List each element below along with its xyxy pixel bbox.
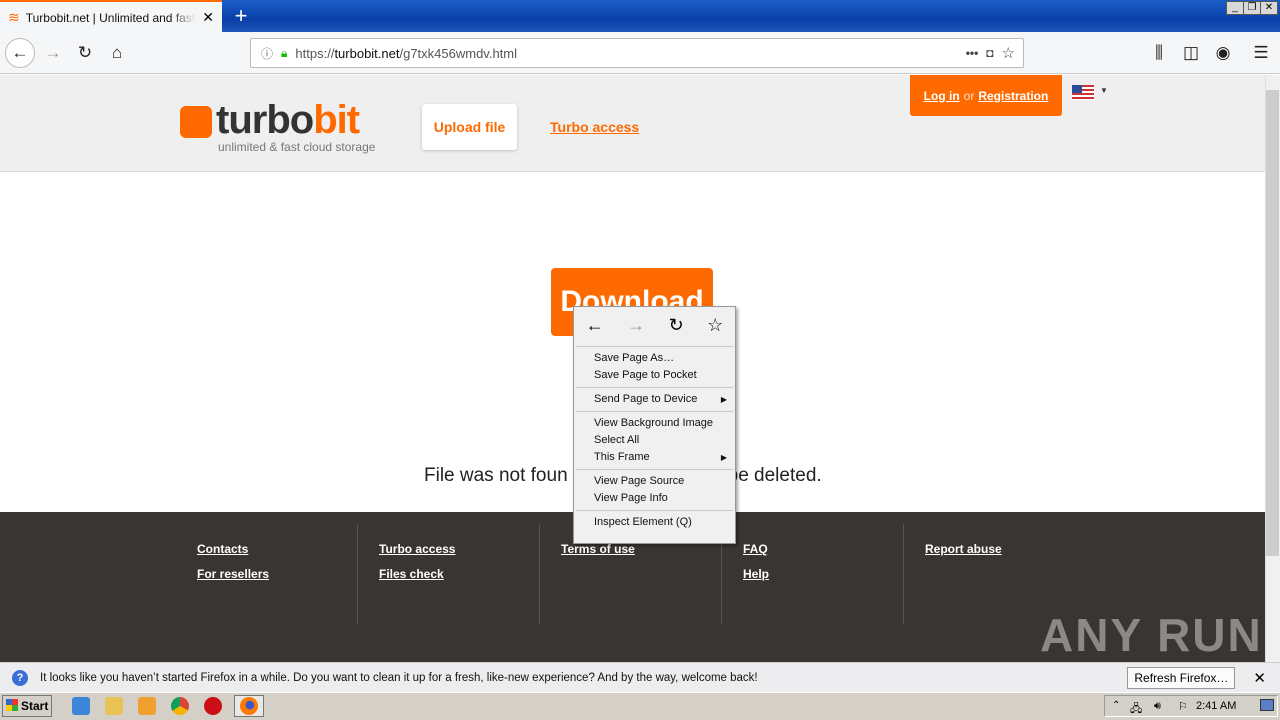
hamburger-menu-icon: ☰ [1253, 43, 1269, 62]
sidebar-icon: ◫ [1182, 43, 1200, 62]
site-tagline: unlimited & fast cloud storage [218, 140, 376, 154]
login-link[interactable]: Log in [924, 89, 960, 103]
url-bar[interactable]: ⓘ 🔒︎ https://turbobit.net/g7txk456wmdv.h… [250, 38, 1024, 68]
back-arrow-icon[interactable]: ← [586, 315, 604, 336]
menu-separator [576, 469, 733, 470]
menu-separator [576, 411, 733, 412]
menu-item-this-frame[interactable]: This Frame ▶ [574, 449, 735, 466]
reload-icon: ↻ [77, 43, 93, 62]
menu-item-view-page-info[interactable]: View Page Info [574, 490, 735, 507]
question-icon: ? [12, 669, 28, 686]
file-explorer-icon[interactable] [105, 697, 123, 715]
sidebar-button[interactable]: ◫ [1176, 38, 1206, 68]
close-window-button[interactable]: ✕ [1260, 1, 1278, 15]
context-nav-row: ← → ↻ ☆ [574, 307, 735, 343]
browser-tab[interactable]: ≋ Turbobit.net | Unlimited and fast file… [0, 0, 222, 33]
bookmark-star-icon[interactable]: ☆ [1002, 44, 1015, 62]
taskbar-clock[interactable]: 2:41 AM [1196, 700, 1236, 712]
show-desktop-icon[interactable] [1260, 699, 1274, 711]
library-button[interactable]: ⫼ [1144, 38, 1174, 68]
footer-link-terms[interactable]: Terms of use [561, 542, 635, 556]
back-button[interactable]: ← [5, 38, 35, 68]
refresh-notification-bar: ? It looks like you haven’t started Fire… [0, 662, 1280, 692]
forward-button[interactable]: → [38, 38, 68, 68]
media-player-icon[interactable] [138, 697, 156, 715]
footer-link-help[interactable]: Help [743, 567, 769, 581]
opera-icon[interactable] [204, 697, 222, 715]
submenu-arrow-icon: ▶ [720, 395, 727, 404]
url-text[interactable]: https://turbobit.net/g7txk456wmdv.html [295, 46, 957, 61]
menu-separator [576, 387, 733, 388]
network-icon[interactable]: 🖧︎ [1130, 700, 1142, 719]
home-button[interactable]: ⌂ [102, 38, 132, 68]
menu-separator [576, 510, 733, 511]
footer-link-faq[interactable]: FAQ [743, 542, 768, 556]
turbobit-favicon-icon: ≋ [8, 9, 20, 25]
footer-link-files-check[interactable]: Files check [379, 567, 444, 581]
firefox-icon [240, 697, 258, 715]
library-icon: ⫼ [1155, 43, 1163, 62]
context-menu: ← → ↻ ☆ Save Page As… Save Page to Pocke… [573, 306, 736, 544]
reload-icon[interactable]: ↻ [669, 315, 684, 336]
menu-button[interactable]: ☰ [1246, 38, 1276, 68]
info-icon[interactable]: ⓘ [261, 45, 273, 62]
menu-item-select-all[interactable]: Select All [574, 432, 735, 449]
menu-item-inspect-element[interactable]: Inspect Element (Q) [574, 514, 735, 531]
close-icon[interactable]: ✕ [1253, 669, 1266, 687]
footer-link-turbo-access[interactable]: Turbo access [379, 542, 455, 556]
lock-icon: 🔒︎ [281, 45, 288, 60]
or-text: or [963, 88, 975, 103]
tab-title: Turbobit.net | Unlimited and fast file [25, 10, 197, 25]
forward-arrow-icon: → [44, 43, 62, 62]
internet-explorer-icon[interactable] [72, 697, 90, 715]
bookmark-star-icon[interactable]: ☆ [707, 315, 723, 336]
home-icon: ⌂ [111, 43, 123, 62]
account-button[interactable]: ◉ [1208, 38, 1238, 68]
scrollbar-thumb[interactable] [1266, 90, 1279, 556]
tray-expand-icon[interactable]: ⌃ [1112, 700, 1120, 711]
menu-item-save-to-pocket[interactable]: Save Page to Pocket [574, 367, 735, 384]
menu-separator [576, 346, 733, 347]
back-arrow-icon: ← [11, 43, 29, 62]
turbobit-logo-icon[interactable] [180, 106, 212, 138]
refresh-firefox-button[interactable]: Refresh Firefox… [1127, 666, 1236, 689]
menu-item-send-to-device[interactable]: Send Page to Device ▶ [574, 391, 735, 408]
action-center-flag-icon[interactable]: ⚐ [1178, 700, 1188, 713]
footer-link-contacts[interactable]: Contacts [197, 542, 248, 556]
upload-file-button[interactable]: Upload file [422, 104, 517, 150]
login-box: Log in or Registration [910, 75, 1062, 116]
page-actions-icon[interactable]: ••• [966, 46, 979, 60]
pocket-icon[interactable]: ◘ [986, 46, 993, 60]
notification-message: It looks like you haven’t started Firefo… [40, 671, 758, 684]
submenu-arrow-icon: ▶ [720, 453, 727, 462]
registration-link[interactable]: Registration [978, 89, 1048, 103]
footer-link-resellers[interactable]: For resellers [197, 567, 269, 581]
caret-down-icon[interactable]: ▼ [1100, 86, 1108, 95]
volume-icon[interactable]: 🔊︎ [1154, 700, 1161, 713]
windows-logo-icon [6, 699, 18, 711]
site-logo[interactable]: turbobit [216, 98, 360, 143]
footer-link-report-abuse[interactable]: Report abuse [925, 542, 1002, 556]
forward-arrow-icon[interactable]: → [627, 315, 645, 336]
close-tab-icon[interactable]: ✕ [202, 9, 214, 26]
account-icon: ◉ [1215, 43, 1231, 62]
menu-item-view-background-image[interactable]: View Background Image [574, 415, 735, 432]
us-flag-icon[interactable] [1072, 85, 1094, 100]
turbo-access-link[interactable]: Turbo access [550, 119, 639, 135]
new-tab-button[interactable]: + [228, 2, 254, 30]
minimize-button[interactable]: _ [1226, 1, 1244, 15]
chrome-icon[interactable] [171, 697, 189, 715]
menu-item-view-page-source[interactable]: View Page Source [574, 473, 735, 490]
anyrun-watermark: ANY RUN [1040, 609, 1263, 661]
windows-taskbar [0, 692, 1280, 720]
menu-item-save-page-as[interactable]: Save Page As… [574, 350, 735, 367]
maximize-button[interactable]: ❐ [1243, 1, 1261, 15]
reload-button[interactable]: ↻ [70, 38, 100, 68]
